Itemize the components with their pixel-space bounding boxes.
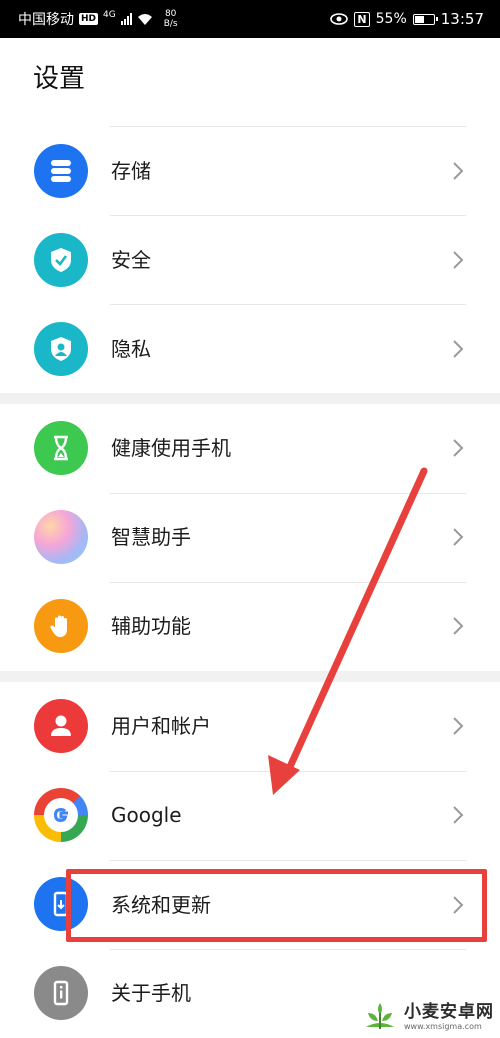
- chevron-right-icon: [453, 162, 464, 180]
- google-icon: [34, 788, 88, 842]
- shield-check-icon: [34, 233, 88, 287]
- hd-badge: HD: [79, 13, 99, 25]
- settings-item-smart-assistant[interactable]: 智慧助手: [0, 493, 500, 582]
- nfc-icon: N: [354, 11, 370, 27]
- group-divider: [0, 671, 500, 682]
- smart-assistant-icon: [34, 510, 88, 564]
- battery-icon: [412, 13, 438, 25]
- settings-item-accessibility[interactable]: 辅助功能: [0, 582, 500, 671]
- chevron-right-icon: [453, 806, 464, 824]
- watermark-url: www.xmsigma.com: [404, 1022, 482, 1031]
- user-icon: [34, 699, 88, 753]
- watermark: 小麦安卓网 www.xmsigma.com: [362, 996, 500, 1038]
- speed-unit: B/s: [163, 19, 178, 29]
- eye-comfort-icon: [330, 13, 349, 25]
- settings-item-label: 用户和帐户: [111, 714, 211, 738]
- battery-percent: 55%: [375, 11, 407, 27]
- wifi-icon: [137, 13, 152, 25]
- chevron-right-icon: [453, 617, 464, 635]
- clock: 13:57: [440, 10, 484, 28]
- settings-item-label: 安全: [111, 248, 151, 272]
- chevron-right-icon: [453, 896, 464, 914]
- settings-item-label: 关于手机: [111, 981, 191, 1005]
- watermark-logo-icon: [366, 1003, 394, 1029]
- settings-item-privacy[interactable]: 隐私: [0, 305, 500, 394]
- group-divider: [0, 393, 500, 404]
- settings-item-label: 辅助功能: [111, 614, 191, 638]
- system-update-icon: [34, 877, 88, 931]
- hand-icon: [34, 599, 88, 653]
- chevron-right-icon: [453, 251, 464, 269]
- signal-icon: [120, 13, 132, 25]
- network-speed: 80 B/s: [164, 9, 178, 29]
- settings-item-label: 存储: [111, 159, 151, 183]
- chevron-right-icon: [453, 528, 464, 546]
- settings-item-label: 隐私: [111, 337, 151, 361]
- carrier-name: 中国移动: [18, 12, 74, 28]
- settings-item-users-accounts[interactable]: 用户和帐户: [0, 682, 500, 771]
- settings-item-digital-balance[interactable]: 健康使用手机: [0, 404, 500, 493]
- settings-item-label: 智慧助手: [111, 525, 191, 549]
- watermark-title: 小麦安卓网: [404, 1002, 494, 1022]
- speed-value: 80: [164, 9, 177, 19]
- settings-item-google[interactable]: Google: [0, 771, 500, 860]
- settings-item-system-updates[interactable]: 系统和更新: [0, 860, 500, 949]
- settings-item-storage[interactable]: 存储: [0, 127, 500, 216]
- storage-icon: [34, 144, 88, 198]
- chevron-right-icon: [453, 717, 464, 735]
- about-phone-icon: [34, 966, 88, 1020]
- page-title: 设置: [33, 64, 86, 94]
- chevron-right-icon: [453, 439, 464, 457]
- status-bar: 中国移动 HD 4G 80 B/s N 55% 13:57: [0, 0, 500, 38]
- settings-item-security[interactable]: 安全: [0, 216, 500, 305]
- settings-item-label: 系统和更新: [111, 893, 211, 917]
- settings-item-label: 健康使用手机: [111, 436, 231, 460]
- privacy-icon: [34, 322, 88, 376]
- settings-item-label: Google: [111, 803, 182, 827]
- chevron-right-icon: [453, 340, 464, 358]
- network-type: 4G: [103, 10, 116, 20]
- hourglass-icon: [34, 421, 88, 475]
